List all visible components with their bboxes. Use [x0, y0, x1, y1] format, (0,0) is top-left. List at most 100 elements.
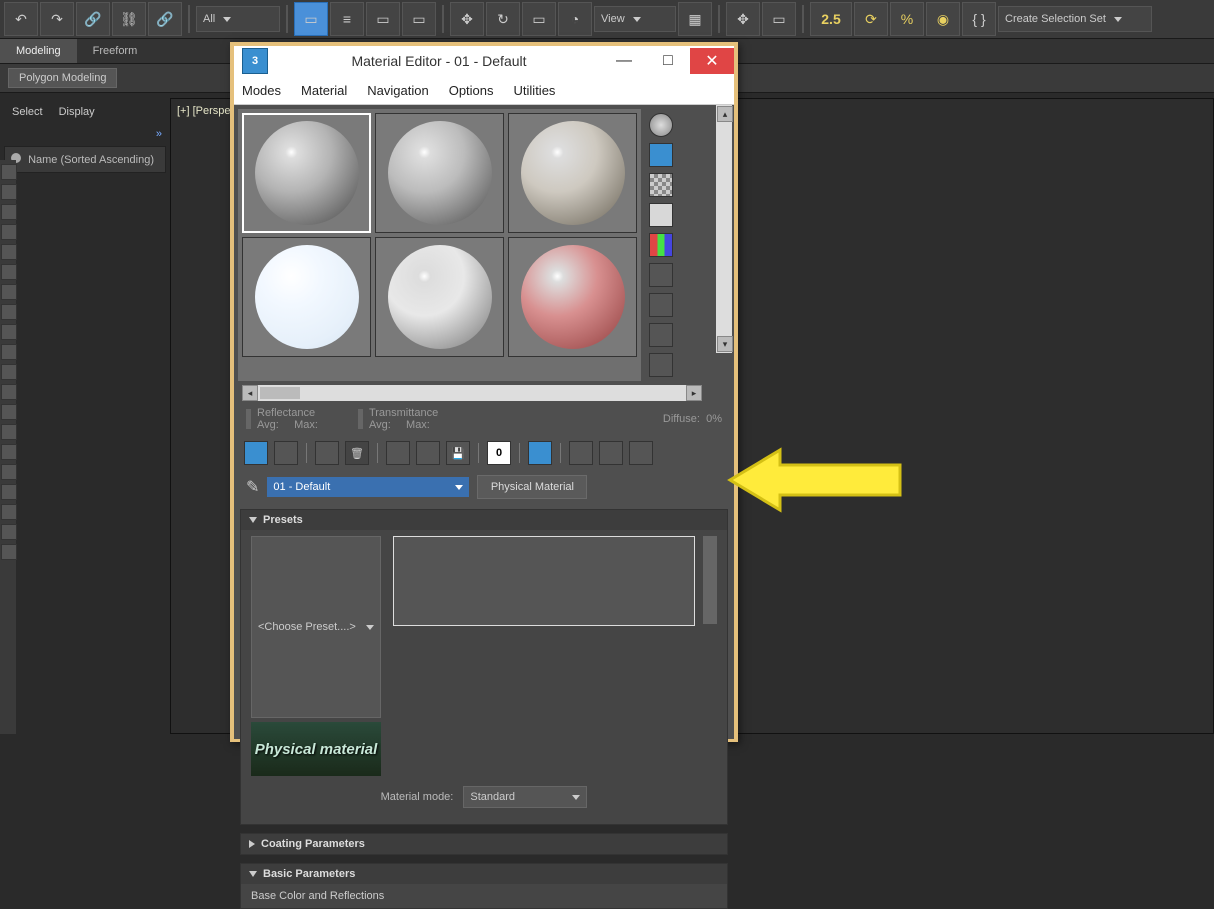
keymode-btn[interactable]: ▭	[762, 2, 796, 36]
material-slot-1[interactable]	[242, 113, 371, 233]
close-button[interactable]: ✕	[690, 48, 734, 74]
scroll-left-icon[interactable]: ◂	[242, 385, 258, 401]
sidebar-btn[interactable]	[1, 384, 17, 400]
maximize-button[interactable]: □	[646, 48, 690, 74]
menu-material[interactable]: Material	[301, 83, 347, 98]
ribbon-panel-label[interactable]: Polygon Modeling	[8, 68, 117, 88]
expand-icon[interactable]: »	[0, 126, 170, 142]
preview-btn[interactable]	[649, 263, 673, 287]
material-slot-5[interactable]	[375, 237, 504, 357]
menu-navigation[interactable]: Navigation	[367, 83, 428, 98]
selection-set-combo[interactable]: Create Selection Set	[998, 6, 1152, 32]
material-name-combo[interactable]: 01 - Default	[267, 477, 469, 497]
slots-hscrollbar[interactable]: ◂ ▸	[242, 385, 702, 401]
basic-params-header[interactable]: Basic Parameters	[241, 864, 727, 884]
named-sel-btn[interactable]: { }	[962, 2, 996, 36]
sample-type-btn[interactable]	[649, 113, 673, 137]
put-to-scene-btn[interactable]	[274, 441, 298, 465]
backlight-btn[interactable]	[649, 143, 673, 167]
sidebar-btn[interactable]	[1, 444, 17, 460]
video-color-btn[interactable]	[649, 233, 673, 257]
ribbon-tab-modeling[interactable]: Modeling	[0, 39, 77, 63]
material-type-button[interactable]: Physical Material	[477, 475, 587, 499]
slots-vscrollbar[interactable]: ▴ ▾	[716, 105, 732, 353]
menu-utilities[interactable]: Utilities	[514, 83, 556, 98]
select-object-btn[interactable]: ▭	[294, 2, 328, 36]
sidebar-btn[interactable]	[1, 164, 17, 180]
menu-modes[interactable]: Modes	[242, 83, 281, 98]
background-btn[interactable]	[649, 173, 673, 197]
show-end-btn[interactable]	[569, 441, 593, 465]
material-slot-4[interactable]	[242, 237, 371, 357]
material-mode-combo[interactable]: Standard	[463, 786, 587, 808]
scroll-up-icon[interactable]: ▴	[717, 106, 733, 122]
pivot-btn[interactable]: ▦	[678, 2, 712, 36]
sidebar-btn[interactable]	[1, 464, 17, 480]
sidebar-btn[interactable]	[1, 484, 17, 500]
sidebar-btn[interactable]	[1, 504, 17, 520]
scene-list-header[interactable]: Name (Sorted Ascending)	[4, 146, 166, 173]
menu-options[interactable]: Options	[449, 83, 494, 98]
bind-btn[interactable]: 🔗	[148, 2, 182, 36]
scale-btn[interactable]: ▭	[522, 2, 556, 36]
sidebar-btn[interactable]	[1, 244, 17, 260]
reset-map-btn[interactable]: 🗑	[345, 441, 369, 465]
undo-btn[interactable]: ↶	[4, 2, 38, 36]
redo-btn[interactable]: ↷	[40, 2, 74, 36]
sidebar-btn[interactable]	[1, 224, 17, 240]
percent-snap-btn[interactable]: %	[890, 2, 924, 36]
material-slot-2[interactable]	[375, 113, 504, 233]
select-window-btn[interactable]: ▭	[402, 2, 436, 36]
minimize-button[interactable]: —	[602, 48, 646, 74]
material-slot-6[interactable]	[508, 237, 637, 357]
sidebar-btn[interactable]	[1, 544, 17, 560]
link-btn[interactable]: 🔗	[76, 2, 110, 36]
make-unique-btn[interactable]	[416, 441, 440, 465]
go-parent-btn[interactable]	[599, 441, 623, 465]
show-in-vp-btn[interactable]	[528, 441, 552, 465]
assign-to-sel-btn[interactable]	[315, 441, 339, 465]
sidebar-btn[interactable]	[1, 304, 17, 320]
spinner-snap-btn[interactable]: ◉	[926, 2, 960, 36]
unlink-btn[interactable]: ⛓	[112, 2, 146, 36]
selection-filter-combo[interactable]: All	[196, 6, 280, 32]
sidebar-btn[interactable]	[1, 524, 17, 540]
eyedropper-icon[interactable]: ✎	[246, 477, 259, 497]
sidebar-btn[interactable]	[1, 284, 17, 300]
material-editor-titlebar[interactable]: 3 Material Editor - 01 - Default — □ ✕	[234, 46, 734, 76]
sidebar-btn[interactable]	[1, 204, 17, 220]
sidebar-btn[interactable]	[1, 404, 17, 420]
rotate-btn[interactable]: ↻	[486, 2, 520, 36]
placement-btn[interactable]: ◔	[558, 2, 592, 36]
select-by-mat-btn[interactable]	[649, 323, 673, 347]
angle-snap-btn[interactable]: ⟳	[854, 2, 888, 36]
sidebar-btn[interactable]	[1, 324, 17, 340]
sample-uv-btn[interactable]	[649, 203, 673, 227]
material-slot-3[interactable]	[508, 113, 637, 233]
preset-preview-scrollbar[interactable]	[703, 536, 717, 624]
ref-coord-combo[interactable]: View	[594, 6, 676, 32]
scroll-right-icon[interactable]: ▸	[686, 385, 702, 401]
preset-combo[interactable]: <Choose Preset....>	[251, 536, 381, 718]
sidebar-btn[interactable]	[1, 344, 17, 360]
select-menu[interactable]: Select	[12, 106, 43, 118]
mat-id-btn[interactable]: 0	[487, 441, 511, 465]
scrollbar-thumb[interactable]	[260, 387, 300, 399]
ribbon-tab-freeform[interactable]: Freeform	[77, 39, 154, 63]
sidebar-btn[interactable]	[1, 364, 17, 380]
go-forward-btn[interactable]	[629, 441, 653, 465]
put-to-lib-btn[interactable]: 💾	[446, 441, 470, 465]
select-rect-btn[interactable]: ▭	[366, 2, 400, 36]
mat-map-nav-btn[interactable]	[649, 353, 673, 377]
move-btn[interactable]: ✥	[450, 2, 484, 36]
sidebar-btn[interactable]	[1, 424, 17, 440]
make-copy-btn[interactable]	[386, 441, 410, 465]
display-menu[interactable]: Display	[59, 106, 95, 118]
scroll-down-icon[interactable]: ▾	[717, 336, 733, 352]
select-name-btn[interactable]: ≡	[330, 2, 364, 36]
sidebar-btn[interactable]	[1, 264, 17, 280]
get-material-btn[interactable]	[244, 441, 268, 465]
options-btn[interactable]	[649, 293, 673, 317]
sidebar-btn[interactable]	[1, 184, 17, 200]
coating-header[interactable]: Coating Parameters	[241, 834, 727, 854]
